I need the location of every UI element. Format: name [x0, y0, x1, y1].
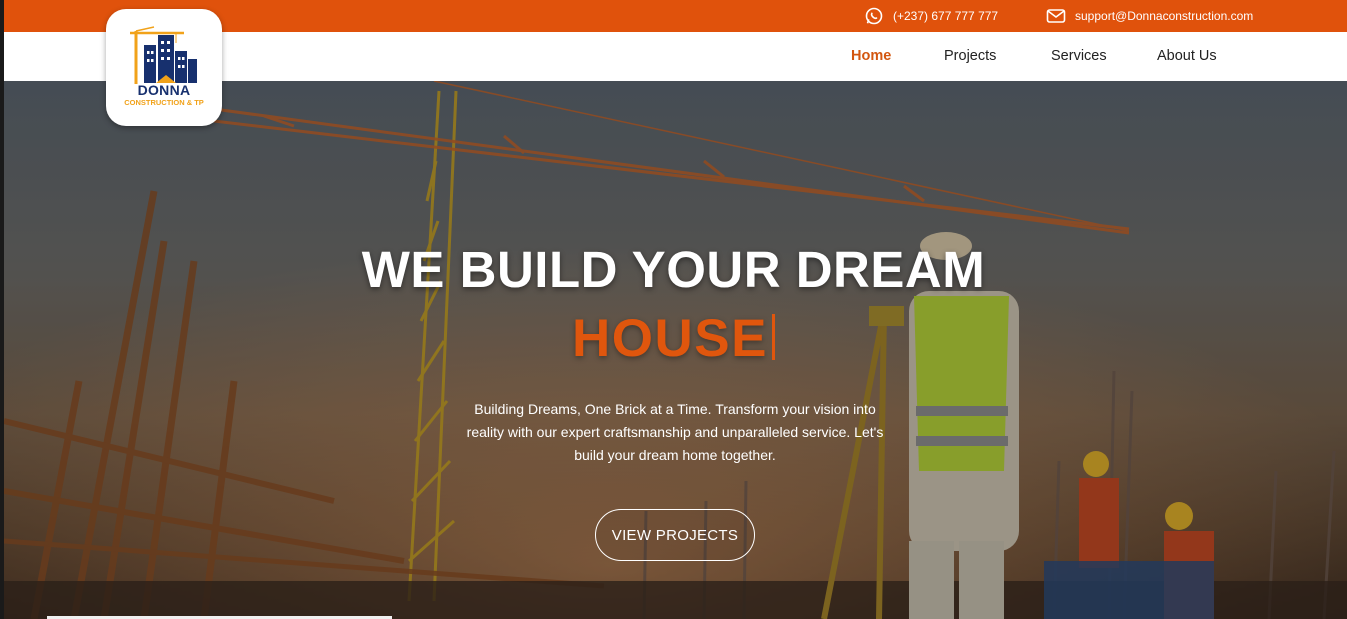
email-address: support@Donnaconstruction.com: [1075, 9, 1254, 23]
hero-highlight: HOUSE: [572, 309, 768, 368]
phone-number: (+237) 677 777 777: [893, 9, 999, 23]
typing-caret: [771, 314, 775, 360]
view-projects-button[interactable]: VIEW PROJECTS: [595, 509, 755, 561]
hero-highlight-line: HOUSE: [0, 308, 1347, 369]
nav-item-about-us[interactable]: About Us: [1157, 32, 1217, 81]
envelope-icon: [1046, 9, 1066, 23]
nav-item-home[interactable]: Home: [851, 32, 891, 81]
logo-name: DONNA: [137, 82, 191, 98]
hero-subtitle: Building Dreams, One Brick at a Time. Tr…: [466, 401, 884, 463]
building-crane-logo-icon: [130, 26, 197, 84]
email-contact[interactable]: support@Donnaconstruction.com: [1046, 0, 1253, 32]
logo-tagline: CONSTRUCTION & TP: [124, 98, 204, 107]
hero-headline: WE BUILD YOUR DREAM: [361, 241, 986, 298]
site-logo[interactable]: DONNA CONSTRUCTION & TP: [106, 9, 222, 126]
phone-contact[interactable]: (+237) 677 777 777: [864, 0, 998, 32]
nav-item-services[interactable]: Services: [1051, 32, 1107, 81]
nav-item-projects[interactable]: Projects: [944, 32, 996, 81]
whatsapp-icon: [865, 7, 883, 25]
